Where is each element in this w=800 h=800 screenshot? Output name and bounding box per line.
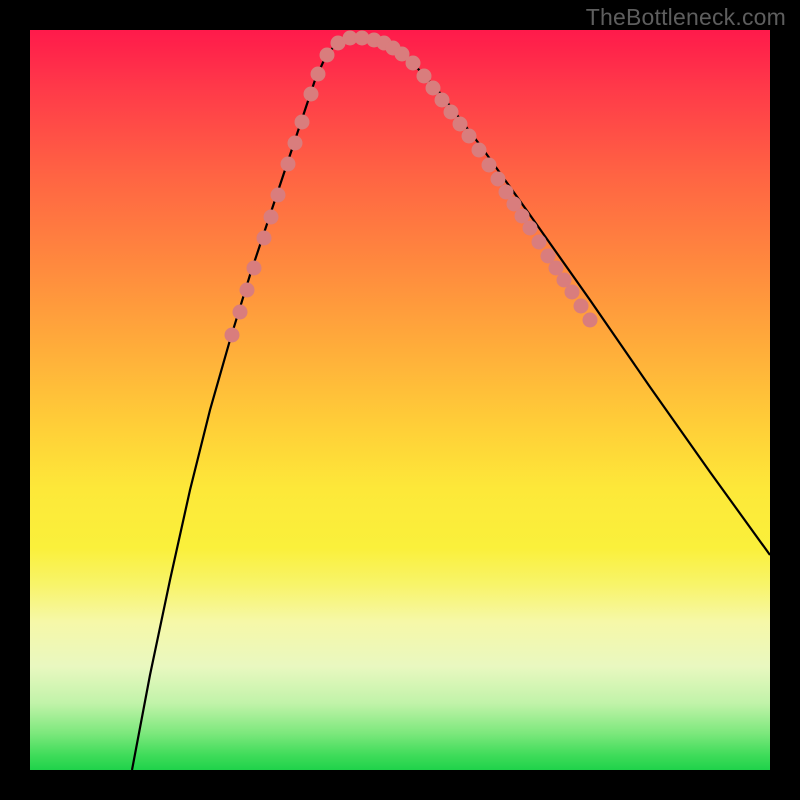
bead-marker — [523, 221, 538, 236]
bead-marker — [406, 56, 421, 71]
bead-marker — [444, 105, 459, 120]
plot-area — [30, 30, 770, 770]
watermark-text: TheBottleneck.com — [586, 4, 786, 31]
bead-marker — [417, 69, 432, 84]
bead-marker — [264, 210, 279, 225]
bead-marker — [311, 67, 326, 82]
chart-frame: TheBottleneck.com — [0, 0, 800, 800]
bead-marker — [435, 93, 450, 108]
bead-marker — [574, 299, 589, 314]
bead-marker — [583, 313, 598, 328]
bead-marker — [271, 188, 286, 203]
bead-marker — [225, 328, 240, 343]
bead-marker — [565, 285, 580, 300]
bead-marker — [532, 235, 547, 250]
bead-marker — [247, 261, 262, 276]
bottleneck-curve — [132, 38, 770, 770]
bead-marker — [453, 117, 468, 132]
bead-marker — [426, 81, 441, 96]
bead-marker — [257, 231, 272, 246]
bead-marker — [491, 172, 506, 187]
bead-marker — [482, 158, 497, 173]
bead-marker — [472, 143, 487, 158]
bead-marker — [304, 87, 319, 102]
curve-layer — [30, 30, 770, 770]
bead-marker — [320, 48, 335, 63]
bead-marker — [288, 136, 303, 151]
bead-marker — [295, 115, 310, 130]
bead-marker — [240, 283, 255, 298]
bead-marker — [233, 305, 248, 320]
bead-marker — [281, 157, 296, 172]
bead-marker — [462, 129, 477, 144]
